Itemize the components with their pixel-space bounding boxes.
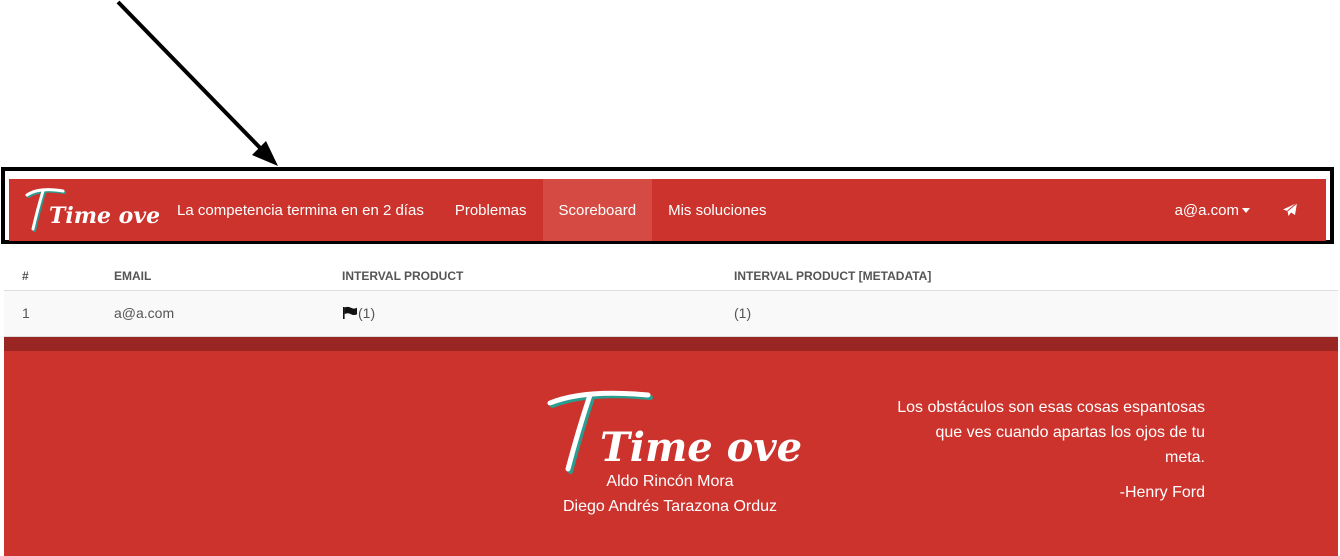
table-header-row: # EMAIL INTERVAL PRODUCT INTERVAL PRODUC… [4, 260, 1338, 291]
flag-icon [343, 306, 357, 319]
row-rank: 1 [4, 290, 114, 337]
row-interval-product-metadata: (1) [734, 290, 1338, 337]
footer: Time over Aldo Rincón Mora Diego Andrés … [4, 351, 1338, 556]
caret-down-icon [1242, 207, 1250, 213]
user-email: a@a.com [1174, 201, 1239, 219]
header-interval-product-metadata: INTERVAL PRODUCT [METADATA] [734, 260, 1338, 291]
quote-line: que ves cuando apartas los ojos de tu [935, 424, 1205, 441]
header-email: EMAIL [114, 260, 342, 291]
quote-line: Los obstáculos son esas cosas espantosas [897, 399, 1205, 416]
send-button[interactable] [1270, 179, 1326, 241]
header-rank: # [4, 260, 114, 291]
nav-item-problemas[interactable]: Problemas [439, 179, 543, 241]
row-email: a@a.com [114, 290, 342, 337]
footer-authors: Aldo Rincón Mora Diego Andrés Tarazona O… [514, 469, 826, 519]
interval-product-score: (1) [358, 305, 376, 321]
brand-logo-text: Time over [49, 203, 159, 229]
nav-item-mis-soluciones[interactable]: Mis soluciones [652, 179, 782, 241]
author-name: Aldo Rincón Mora [606, 473, 734, 490]
user-dropdown[interactable]: a@a.com [1159, 179, 1270, 241]
scoreboard-table: # EMAIL INTERVAL PRODUCT INTERVAL PRODUC… [4, 260, 1338, 337]
footer-divider [4, 337, 1338, 351]
footer-quote: Los obstáculos son esas cosas espantosas… [874, 395, 1205, 505]
row-interval-product[interactable]: (1) [342, 290, 734, 337]
navbar: Time over La competencia termina en en 2… [9, 179, 1326, 241]
brand-logo[interactable]: Time over [19, 179, 169, 241]
countdown-label: La competencia termina en en 2 días [177, 201, 424, 219]
footer-logo-text: Time over [600, 424, 804, 471]
quote-author: -Henry Ford [1119, 484, 1205, 501]
author-name: Diego Andrés Tarazona Orduz [562, 498, 778, 515]
nav-item-scoreboard[interactable]: Scoreboard [542, 179, 653, 241]
navbar-highlight-frame: Time over La competencia termina en en 2… [1, 167, 1334, 244]
paper-plane-icon [1283, 202, 1298, 216]
header-interval-product: INTERVAL PRODUCT [342, 260, 734, 291]
quote-line: meta. [1164, 449, 1205, 466]
annotation-arrow [116, 0, 278, 166]
scoreboard-table-container: # EMAIL INTERVAL PRODUCT INTERVAL PRODUC… [4, 260, 1338, 337]
table-row: 1 a@a.com (1) (1) [4, 290, 1338, 337]
